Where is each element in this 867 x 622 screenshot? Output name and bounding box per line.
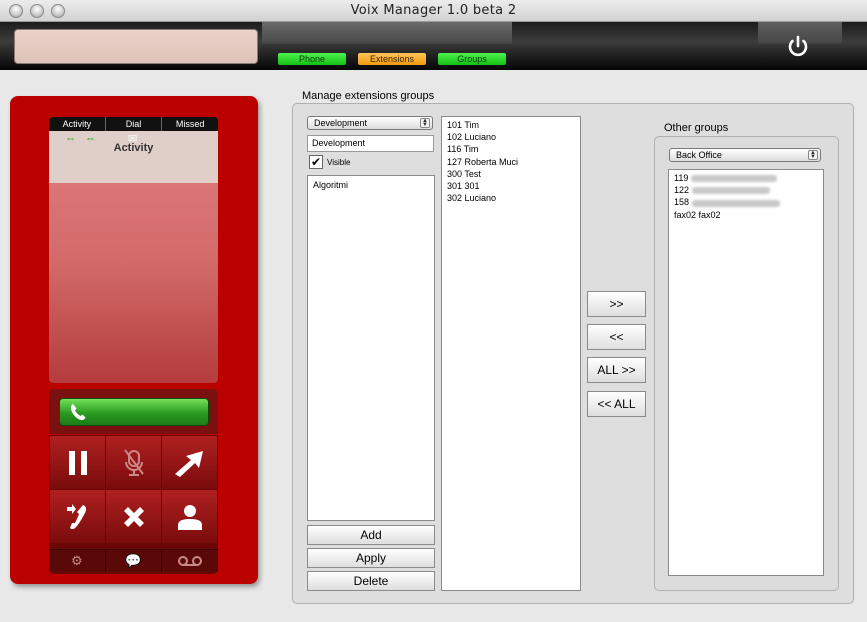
mic-muted-icon xyxy=(123,448,144,476)
power-icon[interactable] xyxy=(784,33,812,61)
list-item[interactable]: 101 Tim xyxy=(442,119,580,131)
other-group-select-value: Back Office xyxy=(676,150,722,160)
group-name-field[interactable]: Development xyxy=(307,135,434,152)
hold-button[interactable] xyxy=(50,436,105,489)
call-button[interactable] xyxy=(59,398,209,426)
activity-title: Activity xyxy=(113,142,154,154)
window-title: Voix Manager 1.0 beta 2 xyxy=(350,3,517,18)
list-item[interactable]: 119 xyxy=(669,172,823,184)
cancel-button[interactable] xyxy=(106,490,161,543)
handset-hangup-icon xyxy=(66,503,86,529)
voicemail-glyph xyxy=(178,556,203,566)
list-item[interactable]: 122 xyxy=(669,184,823,196)
activity-list[interactable] xyxy=(49,183,218,383)
add-button[interactable]: Add xyxy=(307,525,435,545)
redacted-name xyxy=(691,199,780,207)
move-left-button[interactable]: << xyxy=(587,324,646,350)
tab-extensions[interactable]: Extensions xyxy=(358,53,426,65)
visible-label: Visible xyxy=(327,158,351,167)
tab-groups[interactable]: Groups xyxy=(438,53,506,65)
call-bar xyxy=(49,389,218,434)
list-item[interactable]: 158 xyxy=(669,196,823,208)
hangup-button[interactable] xyxy=(50,490,105,543)
list-item[interactable]: 127 Roberta Muci xyxy=(442,156,580,168)
list-item[interactable]: 300 Test xyxy=(442,168,580,180)
forward-arrow-icon xyxy=(174,450,203,477)
other-groups-heading: Other groups xyxy=(664,122,729,134)
tab-phone[interactable]: Phone xyxy=(278,53,346,65)
activity-header: ⇔⇔ ✉ Activity xyxy=(49,131,218,183)
redacted-name xyxy=(690,175,777,183)
tab-activity[interactable]: Activity xyxy=(49,117,106,131)
manage-groups-heading: Manage extensions groups xyxy=(302,90,435,102)
close-icon xyxy=(123,506,144,527)
group-select[interactable]: Development ▲ ▼ xyxy=(307,116,433,130)
other-group-select[interactable]: Back Office ▲ ▼ xyxy=(669,148,821,162)
tab-missed[interactable]: Missed xyxy=(162,117,218,131)
group-select-value: Development xyxy=(314,118,368,128)
contact-button[interactable] xyxy=(162,490,217,543)
title-bar: Voix Manager 1.0 beta 2 xyxy=(0,0,867,22)
extension-number: 119 xyxy=(674,173,689,183)
redacted-name xyxy=(691,187,770,195)
delete-button[interactable]: Delete xyxy=(307,571,435,591)
move-right-button[interactable]: >> xyxy=(587,291,646,317)
list-item[interactable]: fax02 fax02 xyxy=(669,209,823,221)
mute-button[interactable] xyxy=(106,436,161,489)
list-item[interactable]: 116 Tim xyxy=(442,143,580,155)
transfer-button[interactable] xyxy=(162,436,217,489)
other-group-members-list[interactable]: 119 122 158 fax02 fax02 xyxy=(668,169,824,576)
toolbar-gloss xyxy=(262,22,512,44)
user-icon xyxy=(177,504,202,530)
phone-panel: Activity Dial Missed ⇔⇔ ✉ Activity ⚙ 💬 xyxy=(10,96,258,584)
pause-icon xyxy=(68,450,87,475)
move-all-right-button[interactable]: ALL >> xyxy=(587,357,646,383)
gear-icon[interactable]: ⚙ xyxy=(49,550,106,572)
move-all-left-button[interactable]: << ALL xyxy=(587,391,646,417)
list-item[interactable]: 302 Luciano xyxy=(442,192,580,204)
voicemail-icon[interactable] xyxy=(162,550,218,572)
group-members-list[interactable]: 101 Tim 102 Luciano 116 Tim 127 Roberta … xyxy=(441,116,581,591)
extension-number: fax02 fax02 xyxy=(674,209,721,220)
status-display xyxy=(14,29,258,64)
chat-bubble-icon[interactable]: 💬 xyxy=(106,550,163,572)
chevron-updown-icon: ▲ ▼ xyxy=(808,150,818,160)
list-item[interactable]: 102 Luciano xyxy=(442,131,580,143)
visible-checkbox[interactable]: ✔ xyxy=(309,155,323,169)
extension-number: 158 xyxy=(674,197,690,208)
utility-bar: ⚙ 💬 xyxy=(49,549,218,572)
chevron-updown-icon: ▲ ▼ xyxy=(420,118,430,128)
tab-dial[interactable]: Dial xyxy=(106,117,163,131)
list-item[interactable]: 301 301 xyxy=(442,180,580,192)
extension-number: 122 xyxy=(674,185,690,196)
top-toolbar: Phone Extensions Groups xyxy=(0,22,867,70)
apply-button[interactable]: Apply xyxy=(307,548,435,568)
phone-tabs: Activity Dial Missed xyxy=(49,117,218,131)
subgroups-list[interactable]: Algoritmi xyxy=(307,175,435,521)
list-item[interactable]: Algoritmi xyxy=(308,179,434,191)
handset-icon xyxy=(70,404,86,421)
